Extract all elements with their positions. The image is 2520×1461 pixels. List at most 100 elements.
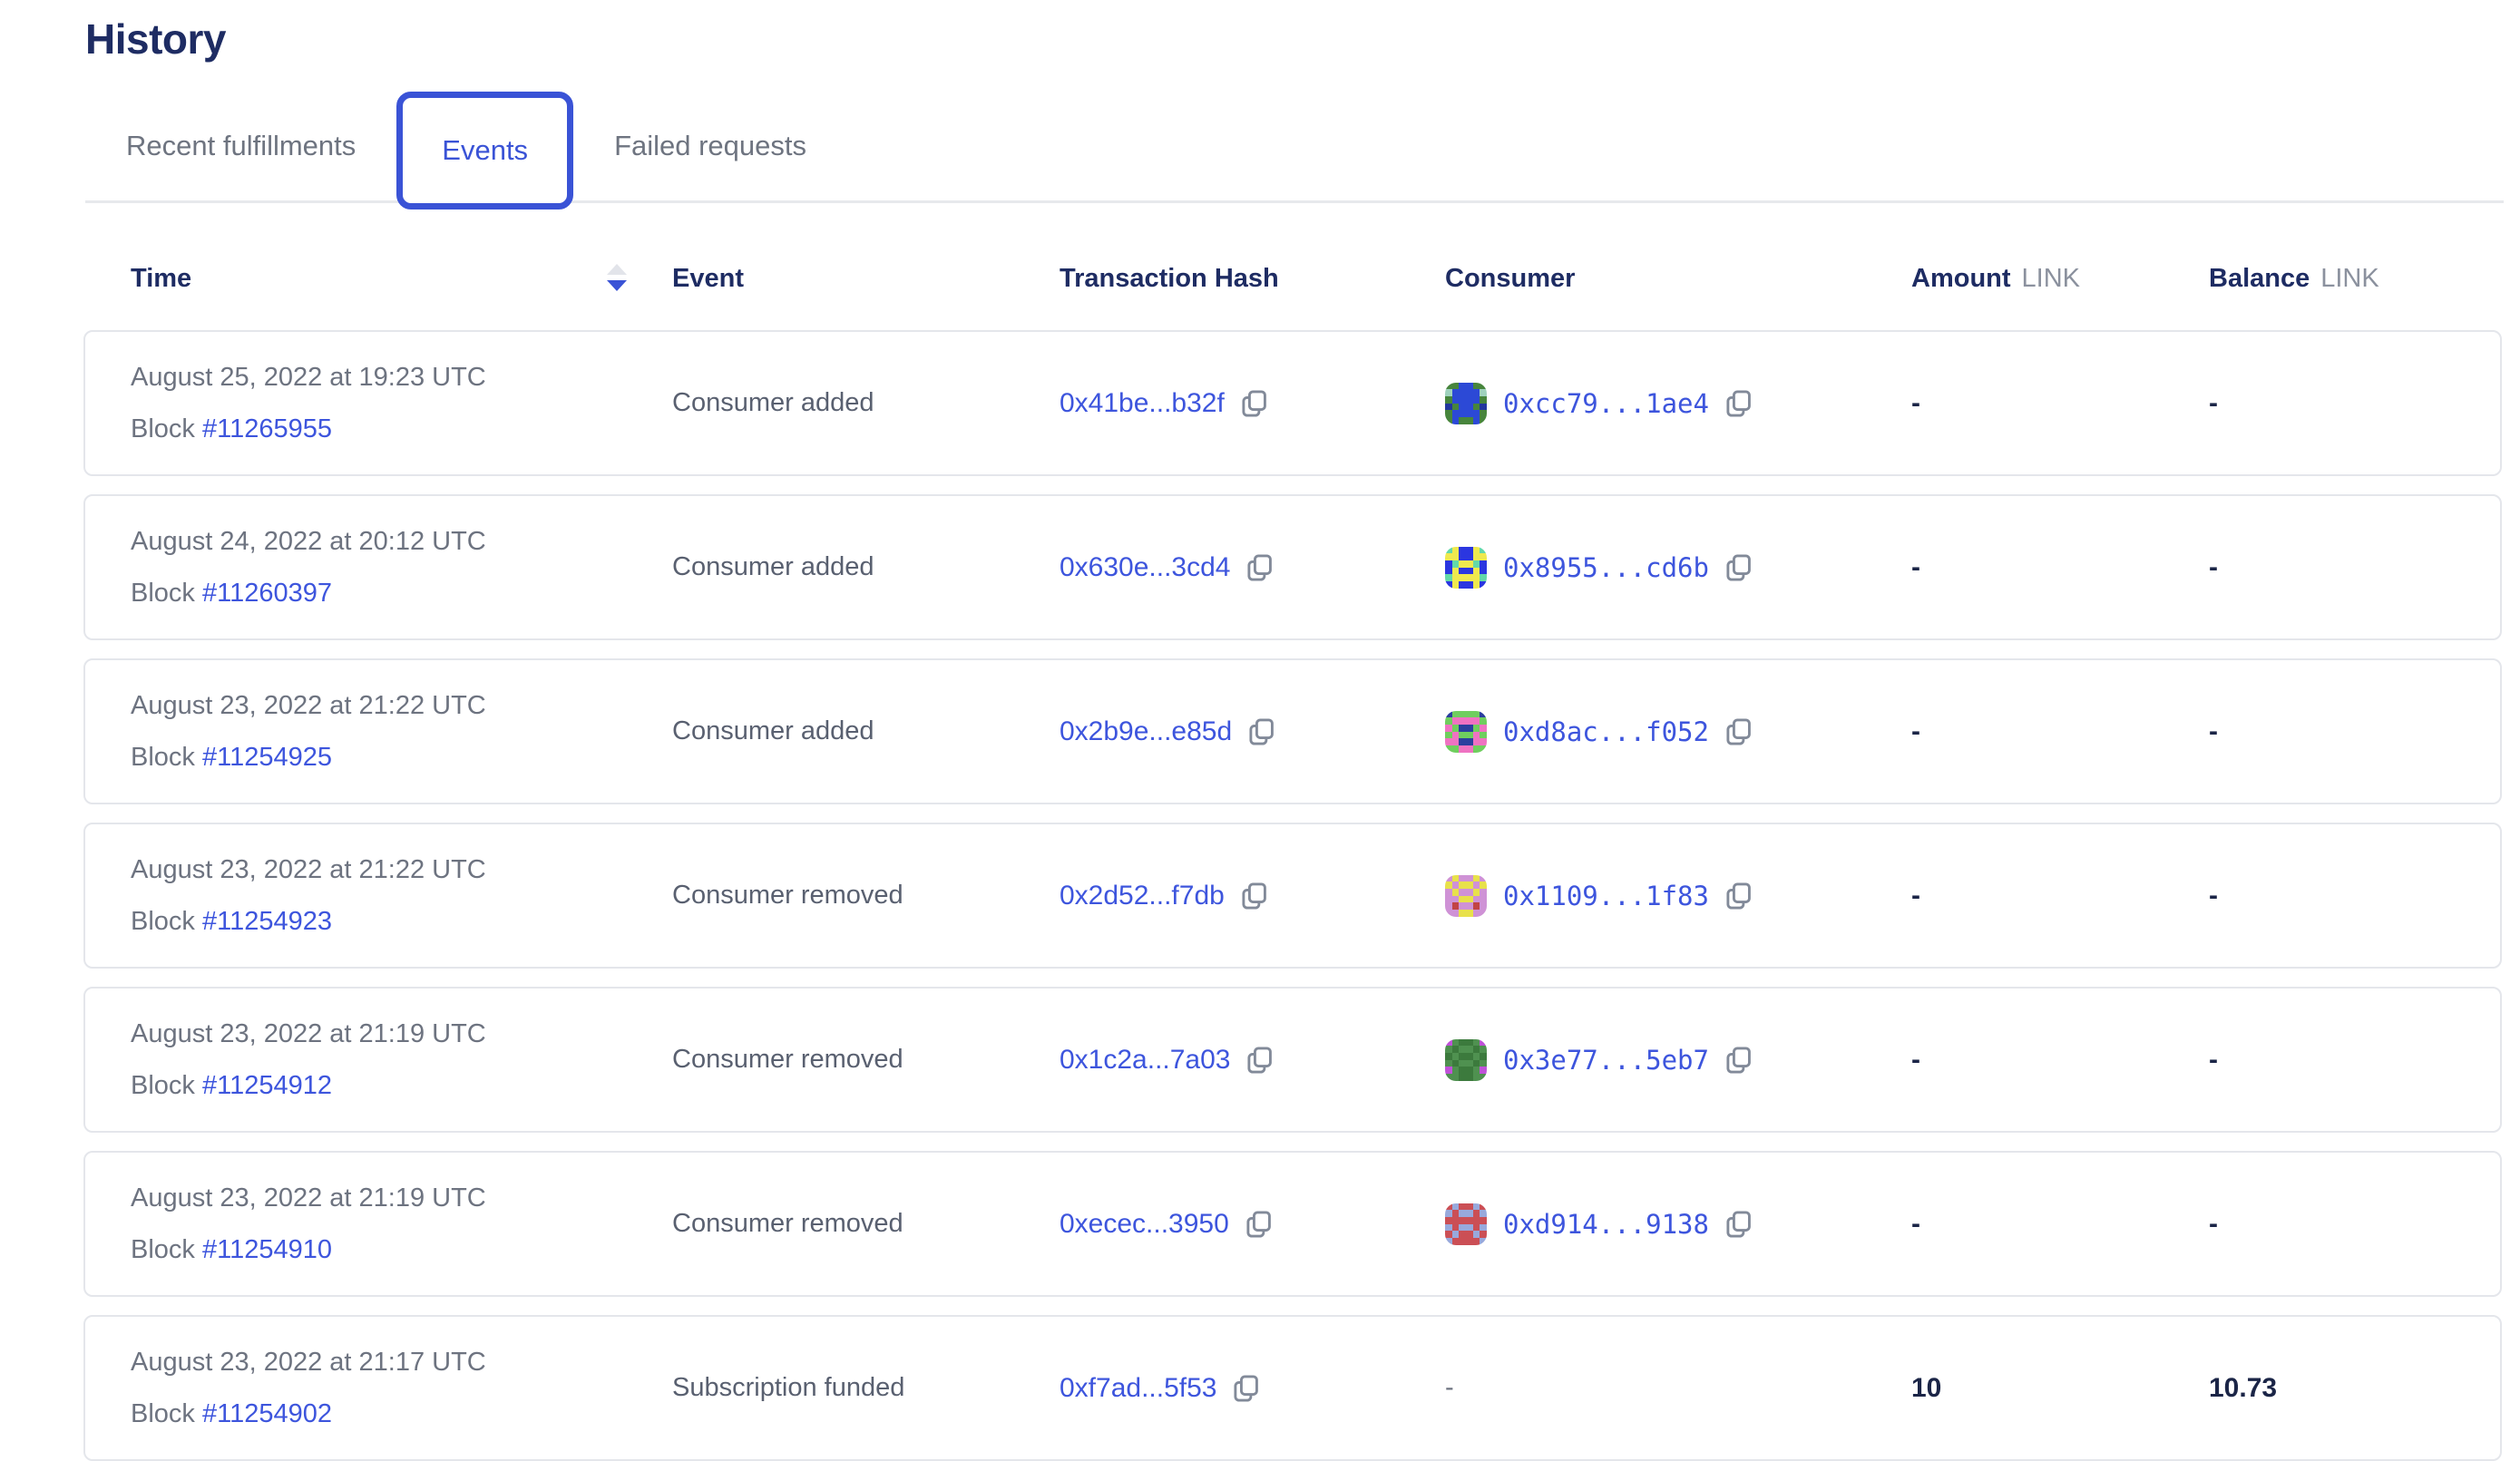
event-type: Subscription funded bbox=[672, 1373, 904, 1402]
balance-value: - bbox=[2209, 716, 2218, 746]
consumer-cell: 0x1109...1f83 bbox=[1445, 875, 1911, 917]
column-header-balance: BalanceLINK bbox=[2209, 264, 2504, 294]
events-table: August 25, 2022 at 19:23 UTC Block #1126… bbox=[85, 330, 2520, 1461]
transaction-hash-link[interactable]: 0xf7ad...5f53 bbox=[1060, 1373, 1216, 1404]
event-timestamp: August 23, 2022 at 21:19 UTC bbox=[131, 1019, 486, 1049]
balance-cell: - bbox=[2209, 1045, 2500, 1076]
transaction-hash-cell: 0x630e...3cd4 bbox=[1060, 552, 1445, 583]
balance-cell: - bbox=[2209, 552, 2500, 583]
balance-cell: - bbox=[2209, 388, 2500, 419]
copy-transaction-hash-button[interactable] bbox=[1231, 1373, 1260, 1404]
transaction-hash-link[interactable]: 0x2d52...f7db bbox=[1060, 881, 1225, 911]
copy-consumer-address-button[interactable] bbox=[1724, 1209, 1753, 1240]
amount-value: - bbox=[1911, 1209, 1920, 1239]
copy-transaction-hash-button[interactable] bbox=[1239, 388, 1268, 419]
copy-icon bbox=[1724, 881, 1753, 911]
consumer-address-link[interactable]: 0x8955...cd6b bbox=[1503, 552, 1709, 583]
copy-icon bbox=[1245, 552, 1274, 583]
transaction-hash-cell: 0x2d52...f7db bbox=[1060, 881, 1445, 911]
block-label: Block bbox=[131, 1399, 195, 1428]
amount-cell: - bbox=[1911, 1045, 2209, 1076]
balance-unit-label: LINK bbox=[2320, 264, 2378, 293]
copy-consumer-address-button[interactable] bbox=[1724, 552, 1753, 583]
transaction-hash-link[interactable]: 0x1c2a...7a03 bbox=[1060, 1045, 1230, 1076]
block-number-link[interactable]: #11265955 bbox=[202, 414, 332, 443]
consumer-avatar bbox=[1445, 1203, 1487, 1245]
event-type: Consumer added bbox=[672, 552, 874, 581]
consumer-address-link[interactable]: 0xd914...9138 bbox=[1503, 1209, 1709, 1240]
time-cell: August 23, 2022 at 21:19 UTC Block #1125… bbox=[131, 1019, 672, 1101]
column-header-consumer: Consumer bbox=[1445, 264, 1911, 294]
block-line: Block #11254910 bbox=[131, 1235, 486, 1265]
tab-events[interactable]: Events bbox=[396, 92, 573, 209]
copy-transaction-hash-button[interactable] bbox=[1239, 881, 1268, 911]
event-cell: Consumer added bbox=[672, 552, 1060, 582]
history-page: History Recent fulfillmentsEventsFailed … bbox=[0, 0, 2520, 1461]
copy-icon bbox=[1245, 1045, 1274, 1076]
event-type: Consumer removed bbox=[672, 1209, 903, 1238]
event-timestamp: August 25, 2022 at 19:23 UTC bbox=[131, 363, 486, 393]
amount-cell: - bbox=[1911, 552, 2209, 583]
consumer-cell: 0x8955...cd6b bbox=[1445, 547, 1911, 589]
table-row: August 23, 2022 at 21:19 UTC Block #1125… bbox=[83, 987, 2502, 1133]
block-number-link[interactable]: #11254910 bbox=[202, 1235, 332, 1264]
copy-transaction-hash-button[interactable] bbox=[1245, 552, 1274, 583]
block-number-link[interactable]: #11260397 bbox=[202, 579, 332, 608]
copy-consumer-address-button[interactable] bbox=[1724, 1045, 1753, 1076]
consumer-avatar bbox=[1445, 875, 1487, 917]
block-line: Block #11254923 bbox=[131, 907, 486, 937]
time-cell: August 23, 2022 at 21:17 UTC Block #1125… bbox=[131, 1348, 672, 1429]
copy-icon bbox=[1244, 1209, 1273, 1240]
consumer-cell: 0xd8ac...f052 bbox=[1445, 711, 1911, 753]
tab-recent-fulfillments[interactable]: Recent fulfillments bbox=[85, 92, 396, 200]
consumer-address-link[interactable]: 0xd8ac...f052 bbox=[1503, 716, 1709, 747]
column-header-amount: AmountLINK bbox=[1911, 264, 2209, 294]
amount-cell: 10 bbox=[1911, 1373, 2209, 1404]
block-line: Block #11260397 bbox=[131, 579, 486, 609]
transaction-hash-link[interactable]: 0x630e...3cd4 bbox=[1060, 552, 1230, 583]
consumer-address-link[interactable]: 0x3e77...5eb7 bbox=[1503, 1045, 1709, 1076]
consumer-avatar bbox=[1445, 1039, 1487, 1081]
amount-value: - bbox=[1911, 716, 1920, 746]
consumer-cell: 0x3e77...5eb7 bbox=[1445, 1039, 1911, 1081]
consumer-address-link[interactable]: 0x1109...1f83 bbox=[1503, 881, 1709, 911]
table-row: August 23, 2022 at 21:22 UTC Block #1125… bbox=[83, 823, 2502, 969]
event-type: Consumer added bbox=[672, 388, 874, 417]
copy-consumer-address-button[interactable] bbox=[1724, 716, 1753, 747]
copy-icon bbox=[1724, 388, 1753, 419]
balance-value: 10.73 bbox=[2209, 1373, 2277, 1403]
copy-consumer-address-button[interactable] bbox=[1724, 881, 1753, 911]
table-row: August 23, 2022 at 21:22 UTC Block #1125… bbox=[83, 658, 2502, 804]
copy-transaction-hash-button[interactable] bbox=[1245, 1045, 1274, 1076]
copy-icon bbox=[1239, 388, 1268, 419]
block-number-link[interactable]: #11254923 bbox=[202, 907, 332, 936]
transaction-hash-link[interactable]: 0x41be...b32f bbox=[1060, 388, 1225, 419]
event-cell: Consumer added bbox=[672, 716, 1060, 746]
block-number-link[interactable]: #11254912 bbox=[202, 1071, 332, 1100]
tab-failed-requests[interactable]: Failed requests bbox=[573, 92, 847, 200]
event-cell: Consumer removed bbox=[672, 881, 1060, 911]
copy-consumer-address-button[interactable] bbox=[1724, 388, 1753, 419]
table-row: August 24, 2022 at 20:12 UTC Block #1126… bbox=[83, 494, 2502, 640]
transaction-hash-link[interactable]: 0xecec...3950 bbox=[1060, 1209, 1229, 1240]
balance-value: - bbox=[2209, 388, 2218, 418]
event-timestamp: August 23, 2022 at 21:19 UTC bbox=[131, 1183, 486, 1213]
block-number-link[interactable]: #11254925 bbox=[202, 743, 332, 772]
column-header-event: Event bbox=[672, 264, 1060, 294]
consumer-address-link[interactable]: 0xcc79...1ae4 bbox=[1503, 388, 1709, 419]
event-timestamp: August 23, 2022 at 21:22 UTC bbox=[131, 691, 486, 721]
block-label: Block bbox=[131, 579, 195, 608]
event-type: Consumer removed bbox=[672, 1045, 903, 1074]
copy-transaction-hash-button[interactable] bbox=[1244, 1209, 1273, 1240]
event-cell: Subscription funded bbox=[672, 1373, 1060, 1403]
block-number-link[interactable]: #11254902 bbox=[202, 1399, 332, 1428]
amount-value: - bbox=[1911, 881, 1920, 911]
copy-icon bbox=[1246, 716, 1275, 747]
balance-cell: - bbox=[2209, 716, 2500, 747]
copy-transaction-hash-button[interactable] bbox=[1246, 716, 1275, 747]
transaction-hash-link[interactable]: 0x2b9e...e85d bbox=[1060, 716, 1232, 747]
block-label: Block bbox=[131, 414, 195, 443]
sort-toggle-icon[interactable] bbox=[605, 261, 629, 296]
consumer-empty-value: - bbox=[1445, 1373, 1454, 1402]
time-cell: August 23, 2022 at 21:22 UTC Block #1125… bbox=[131, 691, 672, 773]
